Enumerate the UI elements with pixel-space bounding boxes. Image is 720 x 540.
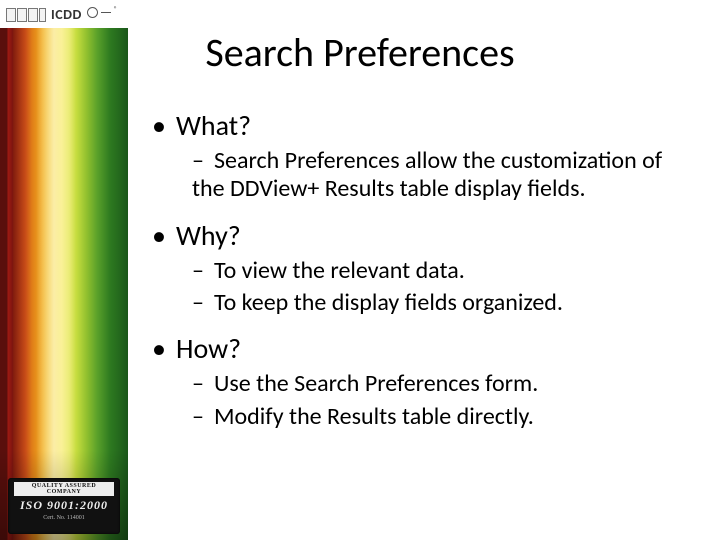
why-item-2-text: To keep the display fields organized. [214, 288, 563, 317]
why-item-2: –To keep the display fields organized. [192, 289, 680, 317]
bullet-icon: • [152, 218, 176, 253]
badge-iso-line: ISO 9001:2000 [8, 498, 120, 512]
heading-how: •How? [152, 331, 680, 366]
slide-body: •What? –Search Preferences allow the cus… [152, 108, 680, 431]
how-item-2-text: Modify the Results table directly. [214, 402, 534, 431]
heading-what-text: What? [176, 108, 251, 143]
slide-title: Search Preferences [0, 28, 720, 77]
logo-circle-icon [87, 7, 98, 18]
why-item-1: –To view the relevant data. [192, 257, 680, 285]
badge-header: QUALITY ASSURED COMPANY [14, 482, 114, 496]
bullet-icon: • [152, 108, 176, 143]
how-item-1: –Use the Search Preferences form. [192, 370, 680, 398]
dash-icon: – [192, 147, 214, 175]
heading-why: •Why? [152, 218, 680, 253]
dash-icon: – [192, 403, 214, 431]
how-item-1-text: Use the Search Preferences form. [214, 369, 538, 398]
what-item-1: –Search Preferences allow the customizat… [192, 147, 680, 204]
logo-boxes [6, 8, 46, 22]
bullet-icon: • [152, 331, 176, 366]
logo-box-icon [28, 8, 38, 22]
dash-icon: – [192, 257, 214, 285]
what-item-1-text: Search Preferences allow the customizati… [192, 146, 662, 203]
dash-icon: – [192, 289, 214, 317]
why-item-1-text: To view the relevant data. [214, 256, 465, 285]
logo-box-icon [39, 8, 46, 22]
logo-box-icon [6, 8, 16, 22]
how-item-2: –Modify the Results table directly. [192, 403, 680, 431]
logo: ICDD ® [6, 6, 117, 23]
heading-how-text: How? [176, 331, 241, 366]
iso-badge: QUALITY ASSURED COMPANY ISO 9001:2000 Ce… [8, 478, 120, 534]
dash-icon: – [192, 370, 214, 398]
side-gradient-stripe [0, 28, 128, 540]
registered-icon: ® [114, 4, 118, 13]
heading-why-text: Why? [176, 218, 241, 253]
logo-dash-icon [101, 12, 111, 13]
heading-what: •What? [152, 108, 680, 143]
badge-cert-number: Cert. No. 114001 [8, 515, 120, 521]
logo-text: ICDD [51, 6, 82, 23]
slide: ICDD ® QUALITY ASSURED COMPANY ISO 9001:… [0, 0, 720, 540]
logo-box-icon [17, 8, 27, 22]
